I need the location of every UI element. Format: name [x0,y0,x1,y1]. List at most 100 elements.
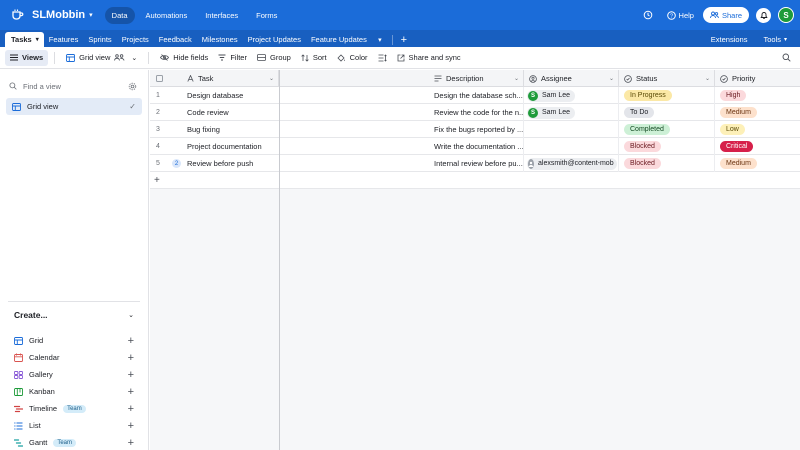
help-button[interactable]: ? Help [666,11,694,20]
top-nav-interfaces[interactable]: Interfaces [198,7,245,24]
cell-priority[interactable]: Low [715,121,800,138]
tab-chevron-down-icon[interactable]: ▾ [36,36,39,43]
cell-assignee[interactable] [524,121,619,138]
cell-status[interactable]: Completed [619,121,715,138]
extensions-button[interactable]: Extensions [703,35,756,44]
share-button[interactable]: Share [702,7,749,23]
table-row[interactable]: 4 Project documentation Write the document… [150,138,800,155]
table-row[interactable]: 2 Code review Review the code for the n...… [150,104,800,121]
notifications-bell-icon[interactable] [756,7,771,23]
create-view-calendar[interactable]: Calendar + [14,349,134,366]
cell-description[interactable]: Write the documentation ... [429,138,524,155]
column-header-status[interactable]: Status ⌄ [619,70,715,87]
cell-task[interactable]: Project documentation [182,138,280,155]
plus-icon[interactable]: + [128,335,134,347]
cell-description[interactable]: Design the database sch... [429,87,524,104]
views-button[interactable]: Views [5,49,49,66]
cell-assignee[interactable]: S Sam Lee [524,87,619,104]
table-row[interactable]: 5 2 Review before push Internal review befo… [150,155,800,172]
base-menu-chevron-down-icon[interactable]: ▾ [89,11,93,19]
group-label: Group [269,53,291,62]
find-view-input[interactable]: Find a view [9,79,137,93]
checkbox[interactable] [156,75,163,82]
create-view-kanban[interactable]: Kanban + [14,383,134,400]
user-field-icon [529,74,537,83]
add-record-button[interactable]: + [150,172,279,189]
cell-assignee[interactable]: alexsmith@content-mob [524,155,619,172]
cell-description[interactable]: Fix the bugs reported by ... [429,121,524,138]
tab-feature-updates[interactable]: Feature Updates [306,32,372,47]
create-view-list[interactable]: List + [14,417,134,434]
create-view-timeline[interactable]: Timeline Team + [14,400,134,417]
plus-icon[interactable]: + [128,369,134,381]
top-nav-automations[interactable]: Automations [139,7,195,24]
cell-description[interactable]: Review the code for the n... [429,104,524,121]
column-header-priority[interactable]: Priority⌄ [715,70,800,87]
base-name[interactable]: SLMobbin [32,9,85,21]
sort-button[interactable]: Sort [296,50,332,66]
column-menu-chevron-down-icon[interactable]: ⌄ [705,75,710,82]
color-button[interactable]: Color [332,50,373,66]
comment-count-badge[interactable]: 2 [172,159,181,168]
history-icon[interactable] [641,8,655,22]
hide-fields-button[interactable]: Hide fields [155,50,213,66]
gear-icon[interactable] [128,82,137,91]
row-height-button[interactable] [373,50,392,66]
plus-icon[interactable]: + [128,437,134,449]
base-logo-icon[interactable] [9,7,25,23]
cell-priority[interactable]: Critical [715,138,800,155]
column-header-description[interactable]: Description ⌄ [429,70,524,87]
cell-assignee[interactable] [524,138,619,155]
cell-priority[interactable]: Medium [715,104,800,121]
cell-status[interactable]: Blocked [619,138,715,155]
tools-button[interactable]: Tools ▾ [755,35,795,44]
cell-assignee[interactable]: S Sam Lee [524,104,619,121]
cell-description[interactable]: Internal review before pu... [429,155,524,172]
priority-badge: Medium [720,107,757,118]
table-row[interactable]: 1 Design database Design the database sch.… [150,87,800,104]
cell-task[interactable]: Review before push [182,155,280,172]
cell-status[interactable]: To Do [619,104,715,121]
tab-projects[interactable]: Projects [117,32,154,47]
create-view-gallery[interactable]: Gallery + [14,366,134,383]
filter-button[interactable]: Filter [213,50,252,66]
tab-feedback[interactable]: Feedback [154,32,197,47]
column-menu-chevron-down-icon[interactable]: ⌄ [609,75,614,82]
create-section-header[interactable]: Create... ⌄ [14,310,134,320]
plus-icon[interactable]: + [128,403,134,415]
column-header-task[interactable]: Task ⌄ [182,70,279,87]
cell-priority[interactable]: High [715,87,800,104]
grid-view-switcher[interactable]: Grid view ⌄ [61,50,142,66]
cell-task[interactable]: Design database [182,87,280,104]
hamburger-icon [10,54,18,61]
column-menu-chevron-down-icon[interactable]: ⌄ [269,75,274,82]
tab-sprints[interactable]: Sprints [83,32,116,47]
plus-icon[interactable]: + [128,352,134,364]
tab-features[interactable]: Features [44,32,84,47]
table-row[interactable]: 3 Bug fixing Fix the bugs reported by ... C… [150,121,800,138]
share-and-sync-button[interactable]: Share and sync [392,50,466,66]
column-menu-chevron-down-icon[interactable]: ⌄ [514,75,519,82]
tab-milestones[interactable]: Milestones [197,32,243,47]
cell-status[interactable]: In Progress [619,87,715,104]
create-view-grid[interactable]: Grid + [14,332,134,349]
column-header-assignee[interactable]: Assignee ⌄ [524,70,619,87]
cell-task[interactable]: Bug fixing [182,121,280,138]
group-button[interactable]: Group [252,50,296,66]
sidebar-view-grid-view[interactable]: Grid view ✓ [6,98,142,115]
cell-task[interactable]: Code review [182,104,280,121]
add-table-plus-icon[interactable]: + [397,32,411,47]
user-avatar[interactable]: S [778,7,794,23]
plus-icon[interactable]: + [128,386,134,398]
create-view-gantt[interactable]: Gantt Team + [14,434,134,450]
cell-status[interactable]: Blocked [619,155,715,172]
tab-project-updates[interactable]: Project Updates [243,32,306,47]
create-view-list: Grid + Calendar + Gallery + Kanban + Timeline Tea… [14,332,134,450]
top-nav-data[interactable]: Data [104,6,135,24]
top-nav-forms[interactable]: Forms [249,7,284,24]
plus-icon[interactable]: + [128,420,134,432]
cell-priority[interactable]: Medium [715,155,800,172]
tab-tasks[interactable]: Tasks ▾ [5,32,44,47]
more-tables-chevron-down-icon[interactable]: ▾ [372,32,388,47]
search-icon[interactable] [779,51,793,65]
